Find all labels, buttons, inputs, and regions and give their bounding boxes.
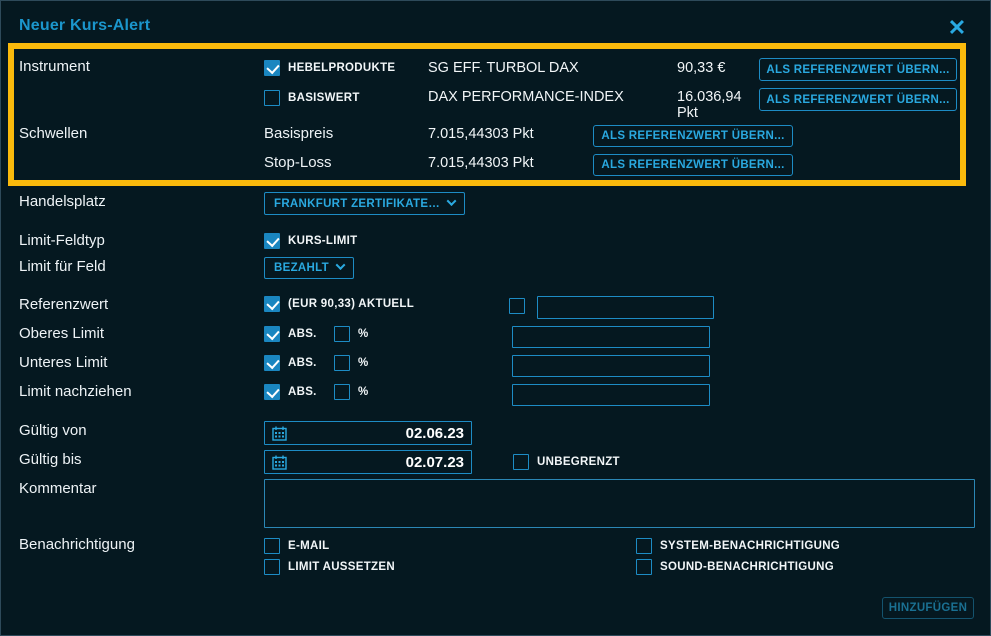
benachrichtigung-label: Benachrichtigung — [19, 536, 135, 553]
schwellen-label: Schwellen — [19, 125, 87, 142]
checkbox-checked-icon — [264, 326, 280, 342]
gueltig-von-label: Gültig von — [19, 422, 87, 439]
limit-nachziehen-pct-checkbox[interactable]: % — [334, 383, 369, 400]
checkbox-checked-icon — [264, 355, 280, 371]
kommentar-textarea[interactable] — [264, 479, 975, 528]
chevron-down-icon — [447, 196, 457, 206]
checkbox-label: % — [358, 386, 369, 398]
checkbox-checked-icon — [264, 60, 280, 76]
limit-fuer-feld-label: Limit für Feld — [19, 258, 106, 275]
handelsplatz-select[interactable]: FRANKFURT ZERTIFIKATE (... — [264, 192, 465, 215]
referenzwert-custom-checkbox[interactable] — [509, 297, 525, 314]
unteres-limit-abs-checkbox[interactable]: ABS. — [264, 354, 317, 371]
checkbox-label: ABS. — [288, 386, 317, 398]
instrument-name: DAX PERFORMANCE-INDEX — [428, 89, 624, 105]
checkbox-unchecked-icon — [334, 326, 350, 342]
calendar-icon — [272, 426, 287, 441]
gueltig-von-value: 02.06.23 — [406, 425, 464, 442]
basiswert-checkbox[interactable]: BASISWERT — [264, 89, 360, 106]
checkbox-unchecked-icon — [636, 538, 652, 554]
checkbox-label: SYSTEM-BENACHRICHTIGUNG — [660, 540, 840, 552]
limit-fuer-feld-selected-value: BEZAHLT — [274, 262, 329, 274]
gueltig-bis-value: 02.07.23 — [406, 454, 464, 471]
system-benachrichtigung-checkbox[interactable]: SYSTEM-BENACHRICHTIGUNG — [636, 537, 840, 554]
hebelprodukte-checkbox[interactable]: HEBELPRODUKTE — [264, 59, 395, 76]
limit-nachziehen-label: Limit nachziehen — [19, 383, 132, 400]
checkbox-unchecked-icon — [636, 559, 652, 575]
instrument-label: Instrument — [19, 58, 90, 75]
als-referenzwert-button[interactable]: ALS REFERENZWERT ÜBERN... — [759, 88, 957, 111]
unteres-limit-pct-checkbox[interactable]: % — [334, 354, 369, 371]
checkbox-label: ABS. — [288, 328, 317, 340]
instrument-name: SG EFF. TURBOL DAX — [428, 60, 579, 76]
handelsplatz-label: Handelsplatz — [19, 193, 106, 210]
checkbox-unchecked-icon — [513, 454, 529, 470]
referenzwert-label: Referenzwert — [19, 296, 108, 313]
gueltig-bis-label: Gültig bis — [19, 451, 82, 468]
basispreis-value: 7.015,44303 Pkt — [428, 126, 534, 142]
instrument-price: 16.036,94 Pkt — [677, 89, 755, 121]
checkbox-checked-icon — [264, 384, 280, 400]
sound-benachrichtigung-checkbox[interactable]: SOUND-BENACHRICHTIGUNG — [636, 558, 834, 575]
oberes-limit-abs-checkbox[interactable]: ABS. — [264, 325, 317, 342]
calendar-icon — [272, 455, 287, 470]
chevron-down-icon — [335, 260, 345, 270]
als-referenzwert-button[interactable]: ALS REFERENZWERT ÜBERN... — [593, 154, 793, 176]
checkbox-label: % — [358, 357, 369, 369]
limit-nachziehen-abs-checkbox[interactable]: ABS. — [264, 383, 317, 400]
checkbox-unchecked-icon — [264, 538, 280, 554]
checkbox-label: SOUND-BENACHRICHTIGUNG — [660, 561, 834, 573]
email-checkbox[interactable]: E-MAIL — [264, 537, 329, 554]
checkbox-label: (EUR 90,33) AKTUELL — [288, 298, 414, 310]
checkbox-label: % — [358, 328, 369, 340]
referenzwert-custom-input[interactable] — [537, 296, 714, 319]
checkbox-unchecked-icon — [264, 90, 280, 106]
unteres-limit-label: Unteres Limit — [19, 354, 107, 371]
als-referenzwert-button[interactable]: ALS REFERENZWERT ÜBERN... — [759, 58, 957, 81]
checkbox-unchecked-icon — [334, 355, 350, 371]
checkbox-checked-icon — [264, 296, 280, 312]
unbegrenzt-checkbox[interactable]: UNBEGRENZT — [513, 453, 620, 470]
hinzufuegen-button[interactable]: HINZUFÜGEN — [882, 597, 974, 619]
stop-loss-value: 7.015,44303 Pkt — [428, 155, 534, 171]
unteres-limit-input[interactable] — [512, 355, 710, 377]
referenzwert-aktuell-checkbox[interactable]: (EUR 90,33) AKTUELL — [264, 295, 414, 312]
limit-fuer-feld-select[interactable]: BEZAHLT — [264, 257, 354, 279]
dialog-title: Neuer Kurs-Alert — [19, 17, 150, 35]
instrument-price: 90,33 € — [677, 60, 757, 76]
gueltig-bis-date-input[interactable]: 02.07.23 — [264, 450, 472, 474]
checkbox-label: ABS. — [288, 357, 317, 369]
close-icon[interactable]: ✕ — [942, 13, 972, 43]
checkbox-label: LIMIT AUSSETZEN — [288, 561, 395, 573]
als-referenzwert-button[interactable]: ALS REFERENZWERT ÜBERN... — [593, 125, 793, 147]
checkbox-unchecked-icon — [264, 559, 280, 575]
neuer-kurs-alert-dialog: Neuer Kurs-Alert ✕ Instrument HEBELPRODU… — [0, 0, 991, 636]
checkbox-unchecked-icon — [334, 384, 350, 400]
limit-nachziehen-input[interactable] — [512, 384, 710, 406]
basispreis-label: Basispreis — [264, 125, 333, 142]
checkbox-label: HEBELPRODUKTE — [288, 62, 395, 74]
gueltig-von-date-input[interactable]: 02.06.23 — [264, 421, 472, 445]
checkbox-label: KURS-LIMIT — [288, 235, 357, 247]
checkbox-unchecked-icon — [509, 298, 525, 314]
kommentar-label: Kommentar — [19, 480, 97, 497]
limit-aussetzen-checkbox[interactable]: LIMIT AUSSETZEN — [264, 558, 395, 575]
checkbox-label: UNBEGRENZT — [537, 456, 620, 468]
checkbox-checked-icon — [264, 233, 280, 249]
oberes-limit-input[interactable] — [512, 326, 710, 348]
handelsplatz-selected-value: FRANKFURT ZERTIFIKATE (... — [274, 198, 440, 210]
checkbox-label: E-MAIL — [288, 540, 329, 552]
stop-loss-label: Stop-Loss — [264, 154, 332, 171]
kurs-limit-checkbox[interactable]: KURS-LIMIT — [264, 232, 357, 249]
oberes-limit-pct-checkbox[interactable]: % — [334, 325, 369, 342]
oberes-limit-label: Oberes Limit — [19, 325, 104, 342]
checkbox-label: BASISWERT — [288, 92, 360, 104]
limit-feldtyp-label: Limit-Feldtyp — [19, 232, 105, 249]
